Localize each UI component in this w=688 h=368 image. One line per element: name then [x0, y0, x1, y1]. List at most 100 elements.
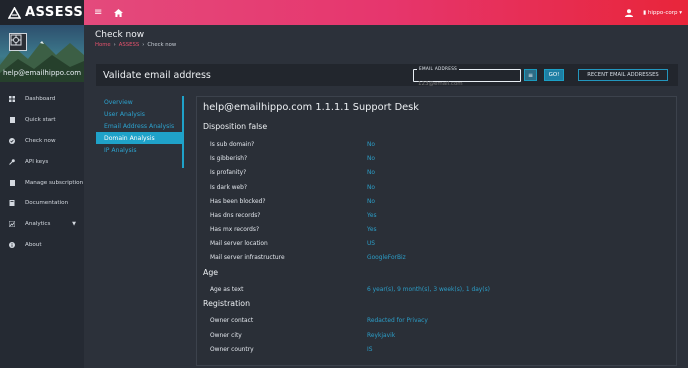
subnav-item-ip-analysis[interactable]: IP Analysis	[96, 144, 184, 156]
row-value: No	[367, 142, 376, 148]
table-row: Is dark web? No	[210, 182, 670, 194]
breadcrumb-assess[interactable]: ASSESS	[119, 42, 139, 48]
table-row: Mail server infrastructure GoogleForBiz	[210, 252, 670, 264]
breadcrumb-current: Check now	[147, 42, 177, 48]
sidebar-item-documentation[interactable]: Documentation	[0, 193, 84, 214]
subnav-item-overview[interactable]: Overview	[96, 96, 184, 108]
brand[interactable]: ASSESS	[0, 0, 84, 25]
list-button[interactable]: ≡	[524, 69, 537, 81]
email-input[interactable]	[414, 78, 520, 90]
table-row: Age as text 6 year(s), 9 month(s), 3 week…	[210, 284, 670, 296]
validate-title: Validate email address	[103, 69, 211, 81]
email-field-box: EMAIL ADDRESS	[413, 66, 521, 90]
row-label: Has dns records?	[210, 213, 261, 219]
chevron-down-icon: ▾	[679, 9, 682, 16]
row-label: Mail server location	[210, 241, 268, 247]
company-name: hippo-corp	[647, 9, 678, 16]
user-icon[interactable]	[625, 8, 634, 17]
email-field-legend: EMAIL ADDRESS	[417, 66, 460, 71]
sidebar-item-label: Documentation	[25, 200, 69, 207]
row-value: IS	[367, 347, 373, 353]
subnav-divider	[182, 96, 184, 168]
file-icon	[9, 179, 15, 186]
sidebar-item-api-keys[interactable]: API keys	[0, 151, 84, 172]
row-value: GoogleForBiz	[367, 255, 406, 261]
user-email: help@emailhippo.com	[3, 69, 82, 77]
sidebar-item-quick-start[interactable]: Quick start	[0, 110, 84, 131]
domain-analysis-panel: help@emailhippo.com 1.1.1.1 Support Desk…	[196, 96, 677, 366]
row-label: Owner country	[210, 347, 254, 353]
row-value: US	[367, 241, 376, 247]
result-title: help@emailhippo.com 1.1.1.1 Support Desk	[203, 102, 419, 113]
sidebar-item-label: API keys	[25, 158, 49, 165]
info-icon	[9, 241, 15, 248]
row-label: Is profanity?	[210, 170, 247, 176]
row-value: Redacted for Privacy	[367, 318, 428, 324]
file-icon	[9, 117, 15, 124]
sidebar-item-label: About	[25, 241, 42, 248]
caret-down-icon: ▼	[72, 221, 76, 228]
table-row: Mail server location US	[210, 238, 670, 250]
chart-icon	[9, 221, 15, 228]
key-icon	[9, 158, 15, 165]
home-icon[interactable]	[114, 8, 124, 17]
row-value: No	[367, 156, 376, 162]
section-heading-age: Age	[203, 268, 219, 277]
breadcrumb-home[interactable]: Home	[95, 42, 111, 48]
analysis-subnav: Overview User Analysis Email Address Ana…	[96, 96, 184, 156]
avatar[interactable]	[9, 33, 27, 51]
row-value: No	[367, 199, 376, 205]
page-title: Check now	[95, 30, 145, 40]
row-label: Has mx records?	[210, 227, 260, 233]
row-value: No	[367, 185, 376, 191]
row-label: Mail server infrastructure	[210, 255, 285, 261]
grid-icon	[9, 96, 15, 103]
row-label: Owner contact	[210, 318, 254, 324]
recent-email-addresses-button[interactable]: RECENT EMAIL ADDRESSES	[578, 69, 668, 81]
sidebar-item-check-now[interactable]: Check now	[0, 131, 84, 152]
section-heading-registration: Registration	[203, 299, 251, 308]
go-button[interactable]: GO!	[544, 69, 564, 81]
subnav-item-user-analysis[interactable]: User Analysis	[96, 108, 184, 120]
company-dropdown[interactable]: ▮ hippo-corp ▾	[643, 10, 682, 16]
section-heading-disposition: Disposition false	[203, 122, 268, 131]
table-row: Has dns records? Yes	[210, 210, 670, 222]
top-bar: ≡ ▮ hippo-corp ▾	[84, 0, 688, 25]
list-icon: ≡	[527, 71, 534, 79]
sidebar-item-about[interactable]: About	[0, 235, 84, 256]
table-row: Is gibberish? No	[210, 153, 670, 165]
hamburger-menu-icon[interactable]: ≡	[94, 7, 102, 18]
sidebar-item-label: Check now	[25, 137, 56, 144]
profile-banner: help@emailhippo.com	[0, 25, 84, 82]
company-icon: ▮	[643, 9, 647, 16]
sidebar-item-label: Manage subscription	[25, 179, 84, 186]
breadcrumb: Home › ASSESS › Check now	[95, 42, 177, 48]
table-row: Owner contact Redacted for Privacy	[210, 315, 670, 327]
row-value: Yes	[367, 213, 377, 219]
sidebar-item-label: Analytics	[25, 221, 51, 228]
table-row: Is profanity? No	[210, 167, 670, 179]
subnav-item-email-address-analysis[interactable]: Email Address Analysis	[96, 120, 184, 132]
sidebar-item-analytics[interactable]: Analytics ▼	[0, 214, 84, 235]
subnav-item-domain-analysis[interactable]: Domain Analysis	[96, 132, 184, 144]
sidebar-item-label: Quick start	[25, 117, 56, 124]
row-value: Yes	[367, 227, 377, 233]
logo-icon	[7, 5, 22, 19]
sidebar-item-manage-subscription[interactable]: Manage subscription	[0, 172, 84, 193]
table-row: Owner city Reykjavik	[210, 330, 670, 342]
brand-name: ASSESS	[25, 5, 84, 20]
sidebar-item-dashboard[interactable]: Dashboard	[0, 89, 84, 110]
table-row: Is sub domain? No	[210, 139, 670, 151]
check-circle-icon	[9, 137, 15, 144]
table-row: Has mx records? Yes	[210, 224, 670, 236]
row-label: Has been blocked?	[210, 199, 266, 205]
row-label: Is dark web?	[210, 185, 248, 191]
sidebar-nav: Dashboard Quick start Check now API keys…	[0, 89, 84, 255]
row-label: Age as text	[210, 287, 244, 293]
row-label: Owner city	[210, 333, 242, 339]
row-value: No	[367, 170, 376, 176]
book-icon	[9, 200, 15, 207]
table-row: Owner country IS	[210, 344, 670, 356]
validate-bar: Validate email address EMAIL ADDRESS ≡ G…	[96, 64, 678, 90]
row-value: 6 year(s), 9 month(s), 3 week(s), 1 day(…	[367, 287, 490, 293]
